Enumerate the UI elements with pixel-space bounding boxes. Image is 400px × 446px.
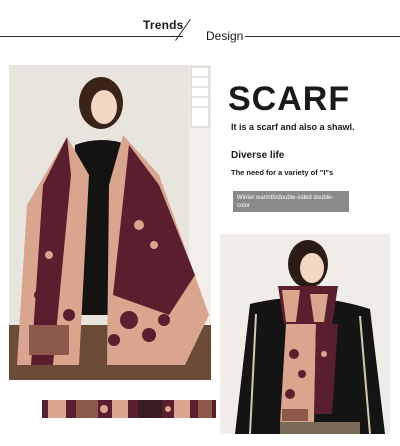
- header-line-left: [0, 36, 183, 37]
- header-design-label: Design: [206, 29, 244, 43]
- section-body: The need for a variety of "I"s: [231, 168, 334, 177]
- bottom-detail-strip: [42, 400, 216, 418]
- header-trends-label: Trends: [143, 18, 184, 32]
- header-line-right: [245, 36, 400, 37]
- feature-badge: Winter warmth/double-sided double-color: [233, 191, 349, 212]
- product-title: SCARF: [228, 80, 351, 118]
- secondary-product-photo: [220, 234, 390, 434]
- main-product-photo: [9, 65, 211, 380]
- product-subtitle: It is a scarf and also a shawl.: [231, 122, 355, 132]
- section-title: Diverse life: [231, 150, 285, 161]
